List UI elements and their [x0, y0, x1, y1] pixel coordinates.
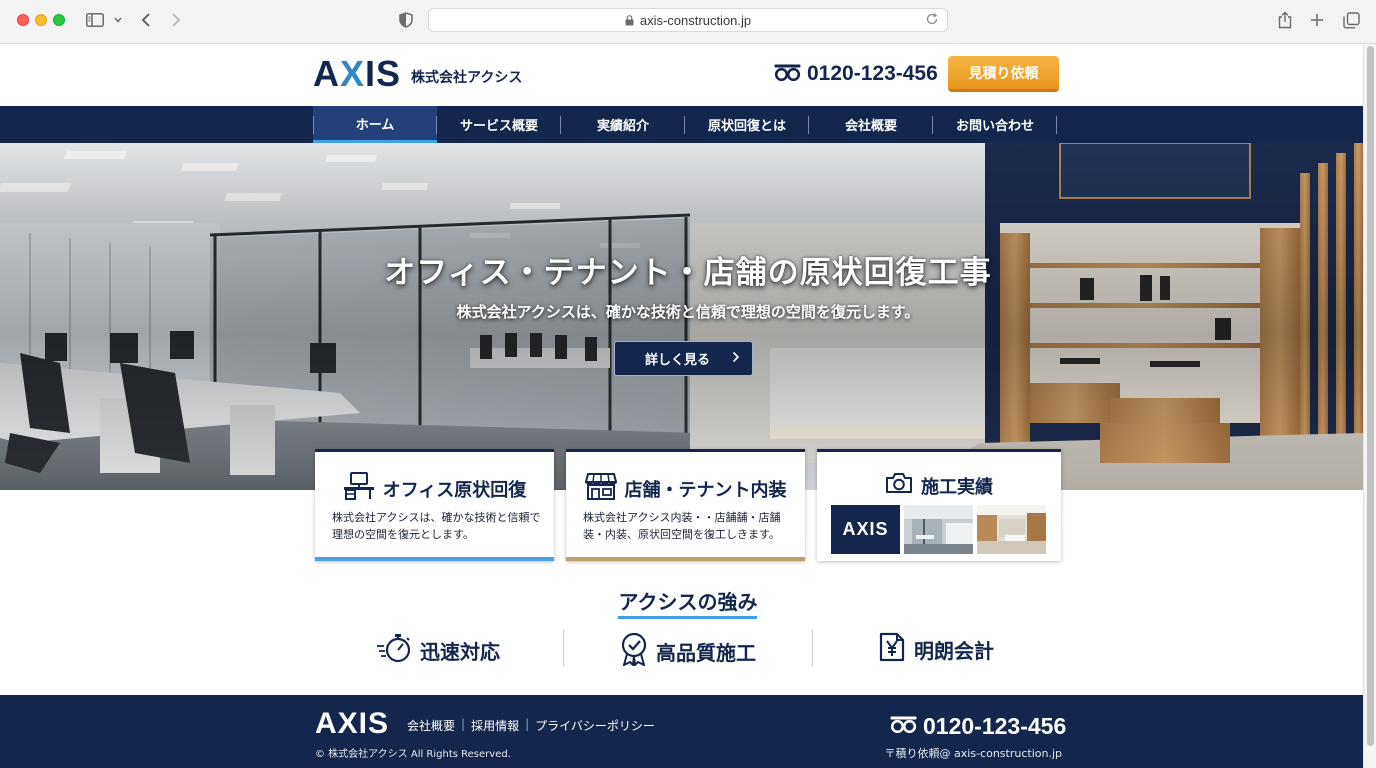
strength-divider — [563, 630, 564, 666]
new-tab-icon[interactable] — [1308, 10, 1326, 30]
site-logo[interactable]: AXIS 株式会社アクシス — [313, 54, 522, 94]
strength-quality-label: 高品質施工 — [656, 641, 756, 665]
chevron-right-icon — [732, 351, 740, 367]
nav-item-contact[interactable]: お問い合わせ — [933, 106, 1057, 143]
camera-icon — [885, 472, 913, 499]
card-store-text: 株式会社アクシス内装・・店舗舗・店舗装・内装、原状回空間を復工しきます。 — [583, 511, 781, 541]
card-store-interior[interactable]: 店舗・テナント内装 株式会社アクシス内装・・店舗舗・店舗装・内装、原状回空間を復… — [566, 449, 805, 561]
site-footer: AXIS 会社概要 | 採用情報 | プライバシーポリシー © 株式会社アクシス… — [0, 695, 1363, 768]
close-window-button[interactable] — [17, 14, 29, 26]
strength-clear-pricing: 明朗会計 — [878, 632, 994, 667]
footer-copyright: © 株式会社アクシス All Rights Reserved. — [315, 749, 511, 760]
card-office-text: 株式会社アクシスは、確かな技術と信頼で理想の空間を復元とします。 — [332, 511, 541, 541]
strength-quick-response: 迅速対応 — [376, 632, 500, 669]
hero-details-label: 詳しく見る — [644, 353, 710, 368]
header-phone[interactable]: 0120-123-456 — [774, 62, 938, 86]
works-thumb-store[interactable] — [977, 505, 1046, 554]
logo-mark: AXIS — [313, 53, 402, 94]
card-works[interactable]: 施工実績 AXIS — [817, 449, 1061, 561]
stopwatch-icon — [376, 632, 412, 669]
footer-phone[interactable]: 0120-123-456 — [890, 713, 1066, 740]
page-scrollbar[interactable] — [1363, 44, 1376, 768]
footer-link-separator: | — [525, 717, 530, 731]
footer-phone-number: 0120-123-456 — [923, 713, 1067, 739]
forward-icon[interactable] — [168, 10, 184, 30]
estimate-request-button[interactable]: 見積り依頼 — [948, 56, 1059, 92]
strength-divider — [812, 630, 813, 666]
free-dial-icon — [890, 716, 917, 737]
strength-quick-label: 迅速対応 — [420, 640, 500, 664]
card-office-restoration[interactable]: オフィス原状回復 株式会社アクシスは、確かな技術と信頼で理想の空間を復元とします… — [315, 449, 554, 561]
scrollbar-thumb[interactable] — [1367, 46, 1374, 746]
header-phone-number: 0120-123-456 — [807, 62, 938, 85]
sidebar-toggle-icon[interactable] — [85, 10, 105, 30]
footer-link-separator: | — [461, 717, 466, 731]
strengths-title-underline — [618, 616, 757, 619]
lock-icon — [625, 14, 634, 26]
minimize-window-button[interactable] — [35, 14, 47, 26]
card-office-accent — [315, 557, 554, 561]
strength-pricing-label: 明朗会計 — [914, 639, 994, 663]
strength-high-quality: 高品質施工 — [620, 632, 756, 671]
share-icon[interactable] — [1276, 10, 1294, 30]
footer-link-company[interactable]: 会社概要 — [407, 717, 455, 734]
works-thumb-logo[interactable]: AXIS — [831, 505, 900, 554]
footer-link-privacy[interactable]: プライバシーポリシー — [535, 717, 655, 734]
hero-subtitle: 株式会社アクシスは、確かな技術と信頼で理想の空間を復元します。 — [456, 303, 920, 321]
hero-details-button[interactable]: 詳しく見る — [614, 341, 753, 376]
chevron-down-icon[interactable] — [112, 10, 124, 30]
url-text: axis-construction.jp — [639, 12, 752, 28]
nav-item-restoration[interactable]: 原状回復とは — [685, 106, 809, 143]
card-store-title: 店舗・テナント内装 — [624, 479, 787, 501]
browser-toolbar: axis-construction.jp — [0, 0, 1376, 44]
privacy-shield-icon[interactable] — [398, 10, 414, 30]
works-thumb-office[interactable] — [904, 505, 973, 554]
back-icon[interactable] — [138, 10, 154, 30]
nav-item-company[interactable]: 会社概要 — [809, 106, 933, 143]
hero-title: オフィス・テナント・店舗の原状回復工事 — [384, 255, 992, 291]
strengths-title: アクシスの強み — [618, 590, 758, 614]
quality-badge-icon — [620, 632, 648, 671]
reload-icon[interactable] — [925, 12, 939, 26]
address-bar[interactable]: axis-construction.jp — [428, 8, 948, 32]
nav-item-works[interactable]: 実績紹介 — [561, 106, 685, 143]
footer-link-recruit[interactable]: 採用情報 — [471, 717, 519, 734]
hero-section: オフィス・テナント・店舗の原状回復工事 株式会社アクシスは、確かな技術と信頼で理… — [0, 143, 1363, 490]
card-office-title: オフィス原状回復 — [382, 479, 527, 501]
footer-mail[interactable]: 〒積り依頼@ axis-construction.jp — [885, 745, 1062, 761]
nav-item-services[interactable]: サービス概要 — [437, 106, 561, 143]
nav-item-home[interactable]: ホーム — [313, 106, 437, 143]
storefront-icon — [584, 472, 617, 505]
main-navigation: ホーム サービス概要 実績紹介 原状回復とは 会社概要 お問い合わせ — [0, 106, 1363, 143]
company-name: 株式会社アクシス — [411, 70, 523, 86]
footer-logo[interactable]: AXIS — [315, 707, 389, 741]
site-header: AXIS 株式会社アクシス 0120-123-456 見積り依頼 — [0, 44, 1363, 106]
office-desk-icon — [343, 472, 375, 505]
free-dial-icon — [774, 64, 801, 85]
card-works-title: 施工実績 — [921, 476, 993, 498]
works-thumbnails: AXIS — [831, 505, 1046, 554]
yen-invoice-icon — [878, 632, 906, 667]
maximize-window-button[interactable] — [53, 14, 65, 26]
footer-links: 会社概要 | 採用情報 | プライバシーポリシー — [407, 717, 655, 734]
tab-overview-icon[interactable] — [1341, 10, 1361, 30]
card-store-accent — [566, 557, 805, 561]
